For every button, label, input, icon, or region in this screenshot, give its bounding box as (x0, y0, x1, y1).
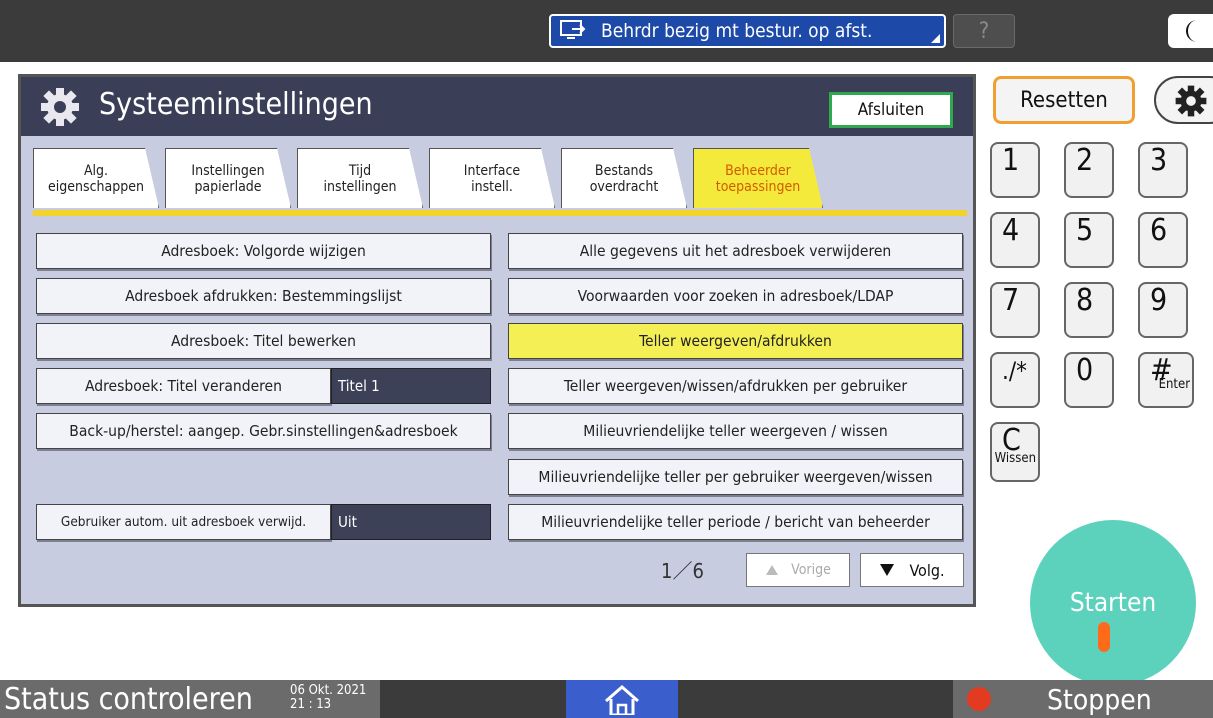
tab-label-line1: Interface (463, 162, 521, 179)
key-clear[interactable]: C Wissen (990, 422, 1040, 482)
tab-file-transfer[interactable]: Bestands overdracht (561, 148, 687, 208)
page-title: Systeeminstellingen (99, 87, 373, 122)
key-3[interactable]: 3 (1138, 142, 1188, 198)
switch-title-value: Titel 1 (331, 368, 491, 404)
date-time-display: 06 Okt. 2021 21 : 13 (286, 680, 380, 718)
previous-page-button[interactable]: Vorige (746, 553, 850, 587)
display-print-counter-button[interactable]: Teller weergeven/afdrukken (508, 323, 963, 359)
reset-button[interactable]: Resetten (993, 76, 1135, 124)
date-text: 06 Okt. 2021 (290, 683, 367, 698)
previous-page-label: Vorige (791, 562, 831, 578)
check-status-button[interactable]: Status controleren (0, 680, 286, 718)
remote-operation-label: Behrdr bezig mt bestur. op afst. (601, 20, 873, 42)
key-2[interactable]: 2 (1064, 142, 1114, 198)
auto-delete-user-value: Uit (331, 504, 491, 540)
close-button[interactable]: Afsluiten (829, 92, 953, 128)
panel-title-bar: Systeeminstellingen Afsluiten (21, 77, 973, 136)
clear-sublabel: Wissen (994, 451, 1036, 466)
stop-button[interactable]: Stoppen (953, 680, 1213, 718)
active-tab-underline (33, 210, 967, 216)
counter-per-user-button[interactable]: Teller weergeven/wissen/afdrukken per ge… (508, 368, 963, 404)
settings-button[interactable] (1154, 76, 1213, 124)
gear-icon (1175, 85, 1207, 117)
eco-counter-button[interactable]: Milieuvriendelijke teller weergeven / wi… (508, 413, 963, 449)
key-7[interactable]: 7 (990, 282, 1040, 338)
tab-label-line2: overdracht (589, 178, 659, 195)
stop-icon (967, 687, 991, 711)
moon-icon (1186, 20, 1197, 42)
help-button[interactable]: ? (953, 14, 1015, 48)
auto-delete-user-button[interactable]: Gebruiker autom. uit adresboek verwijd. (36, 504, 331, 540)
tab-label-line2: instell. (471, 178, 513, 195)
triangle-down-icon (880, 564, 895, 576)
home-icon (605, 685, 639, 715)
key-8[interactable]: 8 (1064, 282, 1114, 338)
tab-label-line1: Instellingen (191, 162, 265, 179)
next-page-button[interactable]: Volg. (860, 553, 964, 587)
tab-label-line2: instellingen (323, 178, 397, 195)
tab-label-line1: Bestands (594, 162, 654, 179)
key-1[interactable]: 1 (990, 142, 1040, 198)
tab-label-line2: eigenschappen (48, 178, 144, 195)
system-settings-panel: Systeeminstellingen Afsluiten Alg. eigen… (18, 74, 976, 607)
eco-counter-period-message-button[interactable]: Milieuvriendelijke teller periode / beri… (508, 504, 963, 540)
remote-operation-indicator[interactable]: Behrdr bezig mt bestur. op afst. (549, 14, 946, 48)
address-book-print-destination-list-button[interactable]: Adresboek afdrukken: Bestemmingslijst (36, 278, 491, 314)
key-0[interactable]: 0 (1064, 352, 1114, 408)
tab-label-line2: toepassingen (715, 178, 801, 195)
energy-saver-button[interactable] (1168, 14, 1213, 48)
key-6[interactable]: 6 (1138, 212, 1188, 268)
tab-interface-settings[interactable]: Interface instell. (429, 148, 555, 208)
address-book-switch-title-button[interactable]: Adresboek: Titel veranderen (36, 368, 331, 404)
corner-triangle-icon (931, 34, 940, 43)
key-9[interactable]: 9 (1138, 282, 1188, 338)
start-indicator-led (1098, 622, 1110, 652)
page-indicator: 1／6 (661, 559, 704, 583)
ldap-search-conditions-button[interactable]: Voorwaarden voor zoeken in adresboek/LDA… (508, 278, 963, 314)
time-text: 21 : 13 (290, 697, 332, 712)
tab-general-features[interactable]: Alg. eigenschappen (33, 148, 159, 208)
tab-label-line2: papierlade (194, 178, 262, 195)
tab-timer-settings[interactable]: Tijd instellingen (297, 148, 423, 208)
enter-sublabel: Enter (1158, 377, 1190, 392)
delete-all-address-book-data-button[interactable]: Alle gegevens uit het adresboek verwijde… (508, 233, 963, 269)
stop-label: Stoppen (1047, 682, 1152, 716)
eco-counter-per-user-button[interactable]: Milieuvriendelijke teller per gebruiker … (508, 459, 963, 495)
start-button[interactable]: Starten (1030, 520, 1196, 686)
remote-screen-icon (559, 19, 587, 43)
tab-label-line1: Beheerder (725, 162, 791, 179)
tab-administrator-tools[interactable]: Beheerder toepassingen (693, 148, 823, 208)
tab-tray-paper-settings[interactable]: Instellingen papierlade (165, 148, 291, 208)
home-button[interactable] (566, 680, 678, 718)
backup-restore-user-settings-button[interactable]: Back-up/herstel: aangep. Gebr.sinstellin… (36, 413, 491, 449)
key-5[interactable]: 5 (1064, 212, 1114, 268)
tab-label-line1: Alg. (83, 162, 109, 179)
next-page-label: Volg. (909, 560, 945, 580)
address-book-change-order-button[interactable]: Adresboek: Volgorde wijzigen (36, 233, 491, 269)
key-hash-enter[interactable]: # Enter (1138, 352, 1194, 408)
tab-label-line1: Tijd (348, 162, 372, 179)
settings-gear-icon (39, 86, 81, 128)
triangle-up-icon (766, 565, 779, 575)
key-dot-star[interactable]: ./* (990, 352, 1040, 408)
key-4[interactable]: 4 (990, 212, 1040, 268)
address-book-edit-title-button[interactable]: Adresboek: Titel bewerken (36, 323, 491, 359)
